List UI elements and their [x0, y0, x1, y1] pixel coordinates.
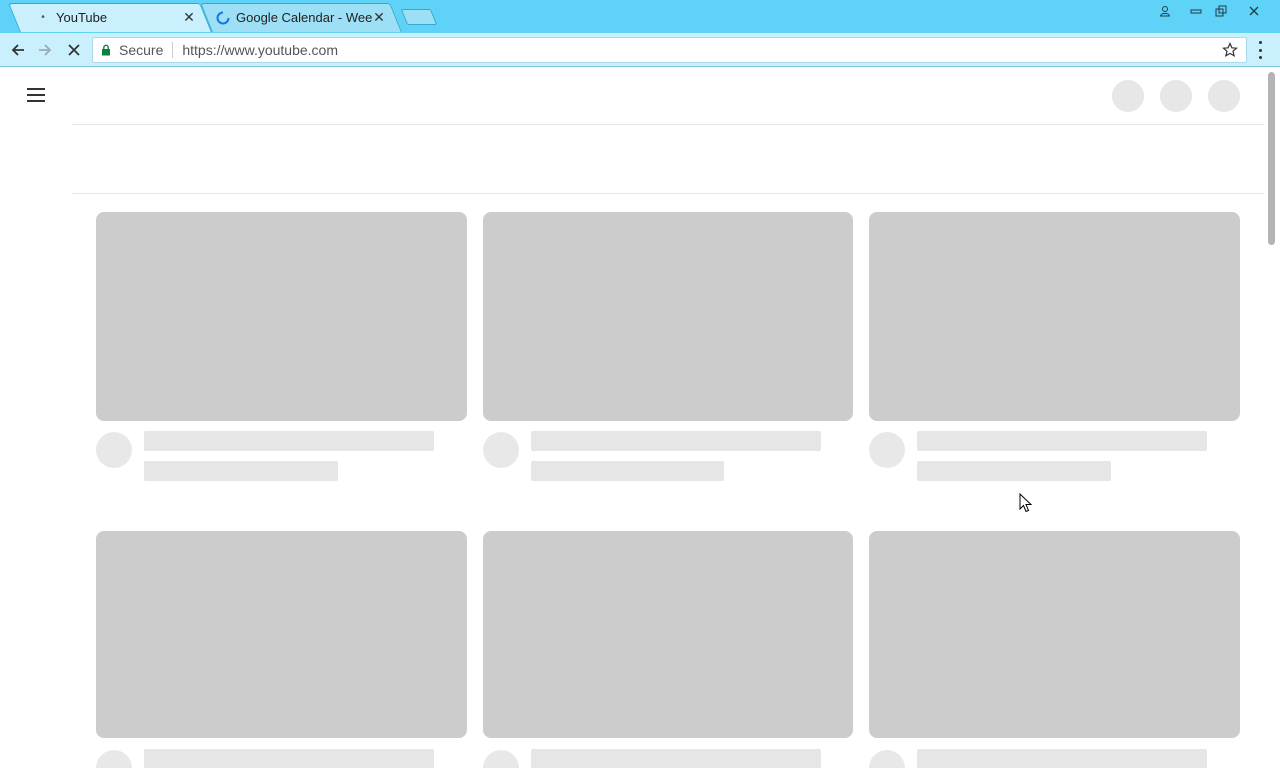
channel-avatar-placeholder [96, 750, 132, 768]
tab-title: YouTube [56, 10, 108, 25]
forward-icon[interactable] [33, 38, 57, 62]
channel-avatar-placeholder [96, 432, 132, 468]
tab-youtube[interactable]: • YouTube ✕ [8, 3, 212, 32]
profile-icon[interactable] [1152, 2, 1178, 20]
page-scrollbar[interactable] [1264, 68, 1280, 768]
back-icon[interactable] [6, 38, 30, 62]
hamburger-menu-icon[interactable] [27, 88, 45, 102]
close-window-icon[interactable] [1241, 2, 1267, 20]
thumbnail-placeholder[interactable] [483, 212, 853, 421]
thumbnail-placeholder[interactable] [869, 212, 1240, 421]
chips-divider [72, 193, 1264, 194]
browser-menu-icon[interactable] [1254, 41, 1266, 59]
close-icon[interactable]: ✕ [182, 9, 196, 25]
meta-placeholder [531, 461, 724, 481]
minimize-icon[interactable] [1183, 2, 1209, 20]
title-placeholder [531, 431, 821, 451]
loading-dot-icon: • [41, 12, 45, 23]
title-placeholder [917, 749, 1207, 768]
stop-loading-icon[interactable] [62, 38, 86, 62]
restore-icon[interactable] [1208, 2, 1234, 20]
channel-avatar-placeholder [483, 750, 519, 768]
header-divider [72, 124, 1264, 125]
thumbnail-placeholder[interactable] [483, 531, 853, 738]
tab-title: Google Calendar - Week [236, 10, 372, 25]
url-text[interactable]: https://www.youtube.com [182, 42, 338, 58]
new-tab-button[interactable] [400, 9, 438, 25]
header-placeholder-button[interactable] [1160, 80, 1192, 112]
title-placeholder [917, 431, 1207, 451]
channel-avatar-placeholder [869, 432, 905, 468]
header-placeholder-button[interactable] [1208, 80, 1240, 112]
header-placeholder-button[interactable] [1112, 80, 1144, 112]
loading-spinner-icon [216, 11, 230, 25]
thumbnail-placeholder[interactable] [96, 212, 467, 421]
scrollbar-thumb[interactable] [1268, 72, 1275, 245]
thumbnail-placeholder[interactable] [869, 531, 1240, 738]
omnibox-separator [172, 42, 174, 58]
close-icon[interactable]: ✕ [372, 9, 386, 25]
address-bar[interactable]: Secure https://www.youtube.com [92, 37, 1247, 63]
meta-placeholder [917, 461, 1111, 481]
thumbnail-placeholder[interactable] [96, 531, 467, 738]
meta-placeholder [144, 461, 338, 481]
lock-icon [101, 44, 115, 56]
channel-avatar-placeholder [483, 432, 519, 468]
browser-title-bar: • YouTube ✕ Google Calendar - Week ✕ [0, 0, 1280, 33]
security-label: Secure [119, 42, 164, 58]
browser-toolbar: Secure https://www.youtube.com [0, 33, 1280, 67]
channel-avatar-placeholder [869, 750, 905, 768]
bookmark-star-icon[interactable] [1222, 42, 1238, 58]
mouse-cursor-icon [1019, 493, 1033, 513]
title-placeholder [144, 749, 434, 768]
title-placeholder [144, 431, 434, 451]
title-placeholder [531, 749, 821, 768]
youtube-page [0, 68, 1280, 768]
tab-google-calendar[interactable]: Google Calendar - Week ✕ [200, 3, 402, 32]
